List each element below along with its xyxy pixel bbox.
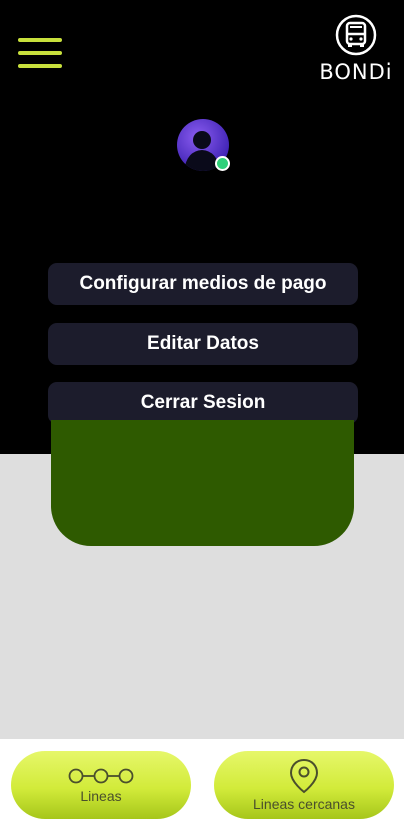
side-menu-panel: BONDi Configurar medios de pago Editar D… [0, 0, 404, 454]
edit-data-button[interactable]: Editar Datos [48, 323, 358, 365]
logout-button[interactable]: Cerrar Sesion [48, 382, 358, 424]
nav-label-lines: Lineas [80, 788, 122, 804]
nav-button-nearby-lines[interactable]: Lineas cercanas [214, 751, 394, 819]
bus-icon [335, 14, 377, 56]
nav-label-nearby-lines: Lineas cercanas [253, 796, 355, 812]
nav-button-lines[interactable]: Lineas [11, 751, 191, 819]
configure-payment-button[interactable]: Configurar medios de pago [48, 263, 358, 305]
route-stops-icon [68, 766, 134, 786]
hamburger-bar [18, 51, 62, 55]
online-status-dot [215, 156, 230, 171]
bottom-nav: Lineas Lineas cercanas [0, 739, 404, 832]
hamburger-menu-icon[interactable] [18, 38, 62, 70]
green-card [51, 420, 354, 546]
hamburger-bar [18, 64, 62, 68]
hamburger-bar [18, 38, 62, 42]
location-pin-icon [289, 758, 319, 794]
brand-name: BONDi [319, 60, 393, 84]
avatar[interactable] [176, 118, 230, 172]
brand-logo: BONDi [316, 14, 396, 88]
